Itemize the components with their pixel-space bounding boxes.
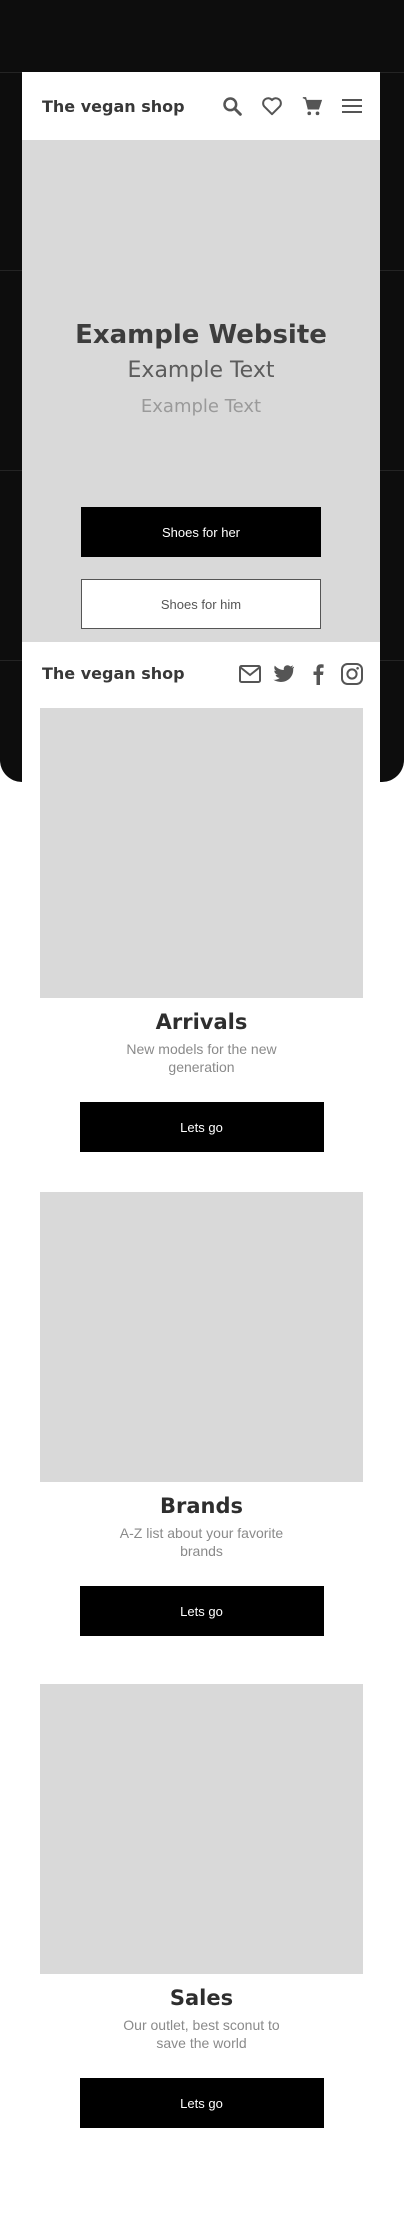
instagram-icon[interactable]	[340, 662, 364, 686]
menu-icon[interactable]	[340, 94, 364, 118]
phone-frame: The vegan shop Example Website Example T…	[0, 0, 404, 782]
lets-go-button[interactable]: Lets go	[79, 2078, 324, 2128]
brand-bar: The vegan shop	[22, 642, 380, 708]
card-sales: Sales Our outlet, best sconut to save th…	[40, 1684, 363, 2128]
facebook-icon[interactable]	[306, 662, 330, 686]
brand-logo-secondary[interactable]: The vegan shop	[42, 664, 185, 683]
card-description: Our outlet, best sconut to save the worl…	[123, 2017, 280, 2051]
hero-title: Example Website	[75, 320, 327, 350]
brand-logo[interactable]: The vegan shop	[42, 97, 185, 116]
card-image-placeholder	[40, 1684, 363, 1974]
header-icons	[220, 72, 364, 140]
card-image-placeholder	[40, 708, 363, 998]
card-description: New models for the new generation	[126, 1041, 277, 1075]
social-links	[238, 662, 364, 686]
card-title: Sales	[169, 1986, 234, 2010]
hero-subtitle: Example Text	[127, 358, 275, 383]
card-title: Brands	[159, 1494, 243, 1518]
card-title: Arrivals	[155, 1010, 248, 1034]
hero-subtitle-secondary: Example Text	[140, 396, 262, 417]
twitter-icon[interactable]	[272, 662, 296, 686]
card-image-placeholder	[40, 1192, 363, 1482]
cart-icon[interactable]	[300, 94, 324, 118]
card-brands: Brands A-Z list about your favorite bran…	[40, 1192, 363, 1636]
lets-go-button[interactable]: Lets go	[79, 1102, 324, 1152]
search-icon[interactable]	[220, 94, 244, 118]
lets-go-button[interactable]: Lets go	[79, 1586, 324, 1636]
shoes-for-her-button[interactable]: Shoes for her	[81, 507, 321, 557]
card-description: A-Z list about your favorite brands	[119, 1525, 284, 1559]
heart-icon[interactable]	[260, 94, 284, 118]
hero-banner: Example Website Example Text Example Tex…	[22, 140, 380, 642]
site-header: The vegan shop	[22, 72, 380, 140]
phone-screen: The vegan shop Example Website Example T…	[22, 72, 380, 782]
mail-icon[interactable]	[238, 662, 262, 686]
card-arrivals: Arrivals New models for the new generati…	[40, 708, 363, 1152]
shoes-for-him-button[interactable]: Shoes for him	[81, 579, 321, 629]
